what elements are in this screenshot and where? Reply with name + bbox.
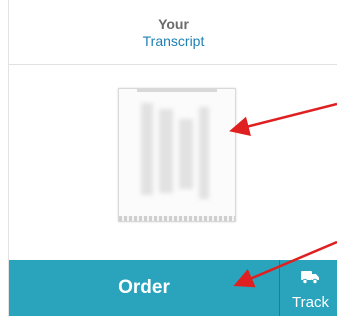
action-bar: Order Track: [9, 260, 337, 316]
thumbnail-text-block: [179, 119, 193, 189]
thumbnail-top-bar: [137, 89, 217, 92]
order-button[interactable]: Order: [9, 260, 279, 316]
header-title-line2: Transcript: [142, 33, 205, 49]
truck-icon: [301, 271, 319, 284]
track-button[interactable]: Track: [280, 260, 337, 316]
thumbnail-text-block: [141, 103, 153, 195]
track-label: Track: [292, 294, 329, 311]
header-title-line1: Your: [158, 16, 189, 32]
transcript-preview-thumbnail[interactable]: [118, 88, 236, 222]
thumbnail-text-block: [199, 107, 209, 199]
transcript-header: Your Transcript: [9, 0, 337, 65]
transcript-card: Your Transcript Order Track: [8, 0, 337, 316]
thumbnail-text-block: [159, 109, 173, 193]
thumbnail-footer: [119, 216, 235, 221]
